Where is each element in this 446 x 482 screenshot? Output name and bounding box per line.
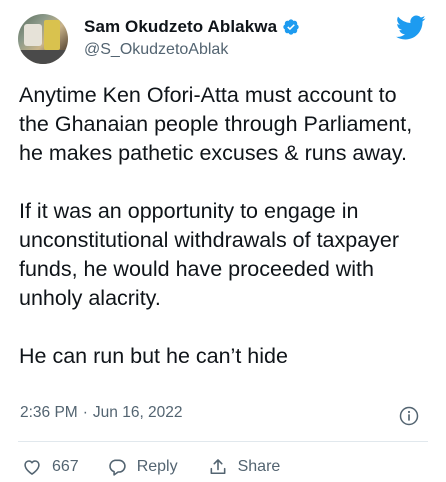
tweet-paragraph-2: If it was an opportunity to engage in un… (19, 199, 400, 310)
share-icon (210, 459, 226, 475)
tweet-text: Anytime Ken Ofori-Atta must account to t… (19, 81, 429, 400)
verified-badge-icon (283, 19, 299, 35)
author-handle[interactable]: @S_OkudzetoAblak (84, 41, 228, 59)
like-button[interactable]: 667 (22, 457, 79, 477)
tweet-actions: 667 Reply Share (22, 457, 308, 477)
share-label: Share (237, 458, 281, 475)
info-icon[interactable] (399, 406, 419, 426)
author-name-row: Sam Okudzeto Ablakwa (84, 17, 300, 37)
reply-button[interactable]: Reply (107, 457, 178, 477)
tweet-timestamp[interactable]: 2:36 PM · Jun 16, 2022 (20, 404, 183, 422)
reply-label: Reply (136, 458, 178, 475)
twitter-bird-icon[interactable] (396, 15, 426, 41)
tweet-date: Jun 16, 2022 (92, 404, 183, 421)
heart-icon (24, 460, 40, 475)
tweet-time: 2:36 PM (20, 404, 78, 421)
share-button[interactable]: Share (208, 457, 281, 477)
tweet-paragraph-1: Anytime Ken Ofori-Atta must account to t… (19, 83, 413, 165)
tweet-card: Sam Okudzeto Ablakwa @S_OkudzetoAblak An… (0, 0, 446, 482)
tweet-paragraph-3: He can run but he can’t hide (19, 344, 288, 368)
timestamp-separator: · (82, 404, 88, 421)
divider (18, 441, 428, 442)
like-count: 667 (52, 458, 79, 475)
author-display-name[interactable]: Sam Okudzeto Ablakwa (84, 17, 277, 37)
reply-icon (108, 459, 126, 476)
avatar[interactable] (18, 14, 68, 64)
